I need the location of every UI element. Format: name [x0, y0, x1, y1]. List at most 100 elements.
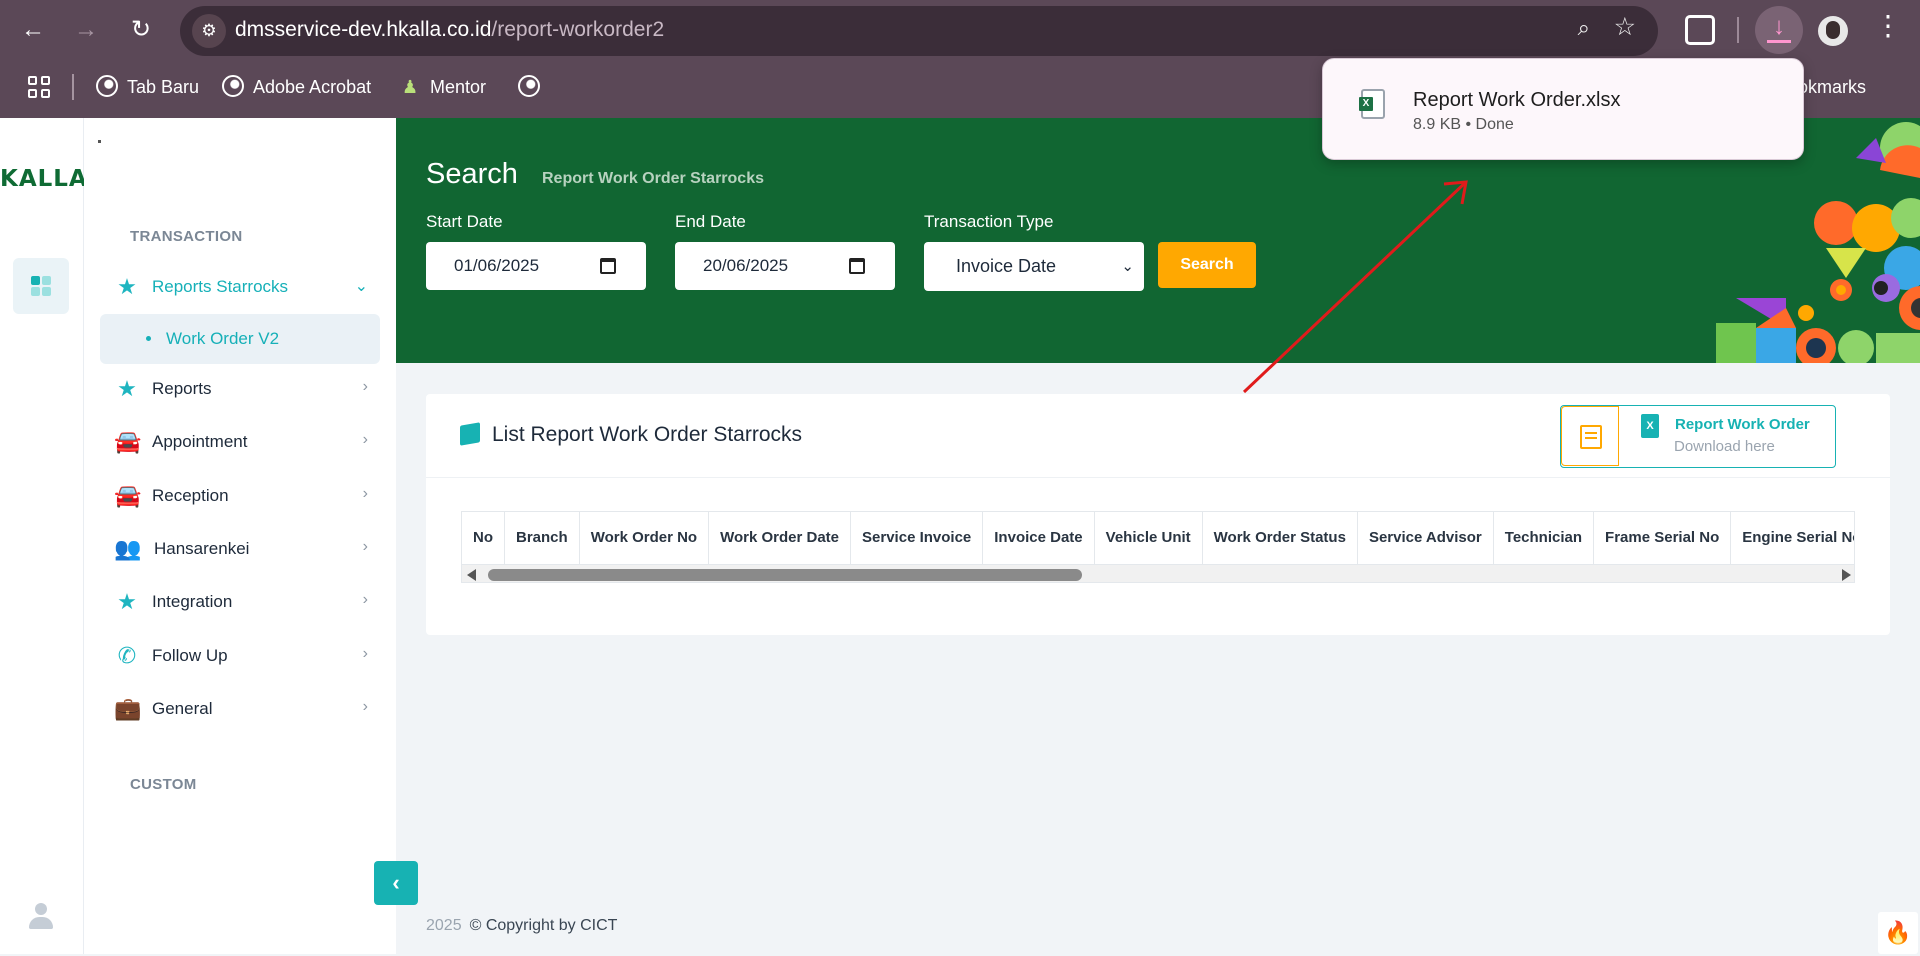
bookmark-label: Mentor [430, 77, 487, 97]
excel-file-icon [1359, 89, 1385, 119]
chevron-right-icon: › [362, 698, 368, 715]
transaction-type-value: Invoice Date [956, 256, 1057, 276]
bookmark-mentor[interactable]: ♟ Mentor [402, 74, 486, 100]
url-path: /report-workorder2 [491, 18, 665, 41]
sidebar-menu: TRANSACTION ★ Reports Starrocks ⌄ Work O… [84, 118, 396, 954]
horizontal-scrollbar[interactable] [462, 564, 1854, 582]
list-title: List Report Work Order Starrocks [492, 423, 803, 446]
briefcase-icon: 💼 [114, 696, 142, 721]
column-header-service-advisor[interactable]: Service Advisor [1358, 512, 1494, 564]
url-text[interactable]: dmsservice-dev.hkalla.co.id/report-worko… [235, 18, 664, 42]
mentor-icon: ♟ [402, 77, 419, 97]
calendar-icon[interactable] [849, 258, 865, 274]
sidebar-subitem-label: Work Order V2 [166, 329, 280, 348]
column-header-frame-serial-no[interactable]: Frame Serial No [1594, 512, 1732, 564]
sidebar-item-hansarenkei[interactable]: 👥 Hansarenkei › [98, 526, 394, 572]
zoom-icon[interactable]: ⌕ [1578, 15, 1590, 41]
forward-icon[interactable]: → [69, 13, 103, 47]
profile-avatar[interactable] [1818, 16, 1848, 46]
bookmark-adobe-acrobat[interactable]: Adobe Acrobat [222, 74, 371, 100]
sidebar-item-integration[interactable]: ★ Integration › [98, 579, 394, 625]
sidebar-item-label: Follow Up [152, 646, 228, 665]
reload-icon[interactable]: ↻ [124, 13, 158, 47]
bookmark-label: Adobe Acrobat [253, 77, 372, 97]
sidebar-item-reports[interactable]: ★ Reports › [98, 366, 394, 412]
globe-icon [96, 75, 118, 97]
download-report-button[interactable]: X Report Work Order Download here [1560, 405, 1836, 468]
footer: 2025 © Copyright by CICT [426, 917, 617, 935]
car-icon: 🚘 [114, 429, 142, 454]
note-icon [1580, 425, 1602, 449]
column-header-engine-serial-no[interactable]: Engine Serial No [1731, 512, 1854, 564]
sidebar-subitem-work-order-v2[interactable]: Work Order V2 [100, 314, 380, 364]
chevron-down-icon: ⌄ [354, 278, 368, 295]
scroll-left-icon[interactable] [467, 569, 476, 581]
box-icon [460, 422, 480, 446]
download-filename[interactable]: Report Work Order.xlsx [1413, 89, 1620, 112]
bookmark-tab-baru[interactable]: Tab Baru [96, 74, 199, 100]
chevron-right-icon: › [362, 591, 368, 608]
sidebar-item-label: Reception [152, 486, 229, 505]
downloads-button[interactable]: ↓ [1755, 6, 1803, 54]
download-title: Report Work Order [1675, 416, 1810, 433]
report-note-button[interactable] [1561, 406, 1619, 466]
dashboard-rail-button[interactable] [13, 258, 69, 314]
download-popup[interactable]: Report Work Order.xlsx 8.9 KB • Done [1322, 58, 1804, 160]
column-header-no[interactable]: No [462, 512, 505, 564]
back-icon[interactable]: ← [16, 13, 50, 47]
end-date-input[interactable]: 20/06/2025 [675, 242, 895, 290]
star-icon: ★ [117, 376, 137, 401]
flame-icon[interactable]: 🔥 [1878, 912, 1918, 954]
download-status: 8.9 KB • Done [1413, 116, 1514, 133]
sidebar-item-appointment[interactable]: 🚘 Appointment › [98, 419, 394, 465]
column-header-service-invoice[interactable]: Service Invoice [851, 512, 984, 564]
footer-copyright: © Copyright by CICT [469, 917, 618, 934]
sidebar-item-reception[interactable]: 🚘 Reception › [98, 473, 394, 519]
scrollbar-thumb[interactable] [488, 569, 1082, 581]
sidebar-item-reports-starrocks[interactable]: ★ Reports Starrocks ⌄ [98, 264, 394, 310]
url-host: dmsservice-dev.hkalla.co.id [235, 18, 492, 41]
chevron-right-icon: › [362, 538, 368, 555]
scroll-right-icon[interactable] [1842, 569, 1851, 581]
toolbar-divider [1737, 17, 1739, 43]
column-header-technician[interactable]: Technician [1494, 512, 1595, 564]
address-bar[interactable]: ⚙ dmsservice-dev.hkalla.co.id/report-wor… [180, 6, 1658, 56]
sidebar-item-general[interactable]: 💼 General › [98, 686, 394, 732]
extensions-icon[interactable] [1685, 15, 1715, 45]
section-transaction: TRANSACTION [130, 228, 243, 245]
column-header-work-order-date[interactable]: Work Order Date [709, 512, 852, 564]
footer-year: 2025 [426, 917, 462, 934]
table-header-row: No Branch Work Order No Work Order Date … [462, 512, 1854, 564]
page-subtitle: Report Work Order Starrocks [542, 170, 764, 187]
annotation-arrow [1242, 180, 1468, 394]
sidebar-item-label: Integration [152, 592, 233, 611]
end-date-value: 20/06/2025 [703, 256, 789, 275]
column-header-invoice-date[interactable]: Invoice Date [983, 512, 1095, 564]
star-icon: ★ [117, 274, 137, 299]
apps-grid-icon[interactable] [28, 76, 50, 98]
browser-menu-icon[interactable]: ⋮ [1874, 12, 1902, 40]
sidebar-collapse-button[interactable]: ‹ [374, 861, 418, 905]
start-date-input[interactable]: 01/06/2025 [426, 242, 646, 290]
column-header-work-order-status[interactable]: Work Order Status [1203, 512, 1358, 564]
transaction-type-select[interactable]: Invoice Date ⌄ [924, 242, 1144, 291]
start-date-label: Start Date [426, 212, 503, 231]
transaction-type-label: Transaction Type [924, 212, 1054, 231]
site-settings-icon[interactable]: ⚙ [192, 14, 226, 48]
dashboard-icon [31, 276, 51, 296]
bookmark-label: Tab Baru [127, 77, 200, 97]
column-header-vehicle-unit[interactable]: Vehicle Unit [1095, 512, 1203, 564]
car-icon: 🚘 [114, 483, 142, 508]
sidebar-item-follow-up[interactable]: ✆ Follow Up › [98, 633, 394, 679]
chevron-right-icon: › [362, 431, 368, 448]
calendar-icon[interactable] [600, 258, 616, 274]
bookmark-globe[interactable] [518, 74, 549, 100]
sidebar-item-label: Reports Starrocks [152, 277, 289, 296]
column-header-work-order-no[interactable]: Work Order No [580, 512, 710, 564]
user-icon[interactable] [28, 903, 54, 929]
bookmark-star-icon[interactable]: ☆ [1614, 12, 1636, 42]
chevron-right-icon: › [362, 645, 368, 662]
column-header-branch[interactable]: Branch [505, 512, 580, 564]
sidebar-rail: KALLA [0, 118, 87, 954]
kalla-logo: KALLA [0, 166, 88, 192]
